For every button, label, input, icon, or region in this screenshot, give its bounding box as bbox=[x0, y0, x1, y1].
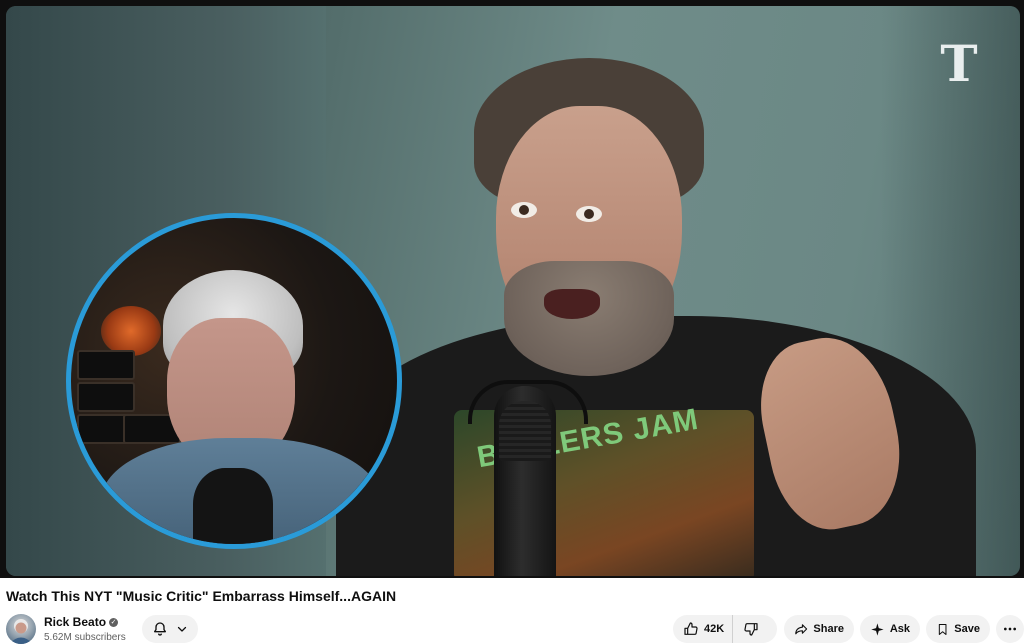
host-beard bbox=[504, 261, 674, 376]
channel-avatar[interactable] bbox=[6, 614, 36, 644]
dislike-button[interactable] bbox=[733, 615, 769, 643]
microphone-grille bbox=[499, 401, 551, 461]
check-circle-icon: ✓ bbox=[109, 618, 119, 628]
pip-amp-stack bbox=[77, 350, 135, 380]
sparkle-icon bbox=[871, 622, 884, 636]
pip-amp-stack bbox=[77, 382, 135, 412]
like-count: 42K bbox=[704, 623, 725, 635]
picture-in-picture-circle bbox=[66, 213, 402, 549]
channel-name[interactable]: Rick Beato ✓ bbox=[44, 615, 119, 629]
host-eye-left bbox=[511, 202, 537, 218]
thumbs-up-icon bbox=[684, 622, 698, 635]
notification-bell-button[interactable] bbox=[142, 615, 198, 643]
subscriber-count: 5.62M subscribers bbox=[44, 632, 126, 643]
save-label: Save bbox=[954, 623, 980, 635]
pip-person-tee bbox=[193, 468, 273, 544]
save-button[interactable]: Save bbox=[926, 615, 990, 643]
share-arrow-icon bbox=[795, 624, 808, 635]
host-mouth bbox=[544, 289, 600, 319]
more-actions-button[interactable] bbox=[996, 615, 1024, 643]
thumbs-down-icon bbox=[744, 623, 758, 636]
more-horizontal-icon bbox=[1004, 627, 1016, 631]
video-title: Watch This NYT "Music Critic" Embarrass … bbox=[6, 588, 397, 604]
chevron-down-icon bbox=[177, 626, 187, 632]
avatar-portrait bbox=[9, 619, 33, 644]
share-button[interactable]: Share bbox=[784, 615, 854, 643]
ask-label: Ask bbox=[889, 623, 910, 635]
like-button[interactable]: 42K bbox=[673, 615, 734, 643]
pip-lamp-glow bbox=[101, 306, 161, 356]
bell-icon bbox=[154, 622, 166, 636]
share-label: Share bbox=[813, 623, 844, 635]
like-dislike-group: 42K bbox=[673, 615, 777, 643]
host-eye-right bbox=[576, 206, 602, 222]
channel-name-text[interactable]: Rick Beato bbox=[44, 615, 106, 629]
ask-button[interactable]: Ask bbox=[860, 615, 920, 643]
video-frame[interactable]: BALLERS JAM T bbox=[6, 6, 1020, 576]
bookmark-icon bbox=[938, 623, 947, 635]
channel-row: Rick Beato✓ 5.62M subscribers 42K Share bbox=[6, 612, 1024, 644]
nyt-logo: T bbox=[940, 34, 978, 93]
video-player[interactable]: BALLERS JAM T bbox=[0, 0, 1024, 578]
